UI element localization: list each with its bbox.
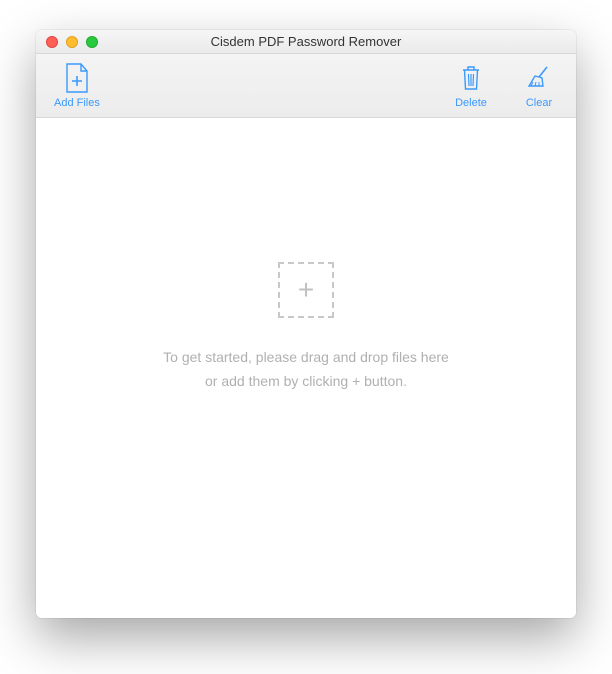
content-area: + To get started, please drag and drop f… — [36, 118, 576, 618]
close-window-button[interactable] — [46, 36, 58, 48]
add-file-icon — [63, 63, 91, 93]
trash-icon — [457, 63, 485, 93]
delete-button[interactable]: Delete — [446, 59, 496, 113]
maximize-window-button[interactable] — [86, 36, 98, 48]
broom-icon — [525, 63, 553, 93]
minimize-window-button[interactable] — [66, 36, 78, 48]
add-files-button[interactable]: Add Files — [48, 59, 106, 113]
add-files-label: Add Files — [54, 97, 100, 109]
clear-button[interactable]: Clear — [514, 59, 564, 113]
delete-label: Delete — [455, 97, 487, 109]
dropzone[interactable]: + — [278, 262, 334, 318]
window-title: Cisdem PDF Password Remover — [36, 34, 576, 49]
traffic-lights — [36, 36, 98, 48]
titlebar: Cisdem PDF Password Remover — [36, 30, 576, 54]
hint-text-line1: To get started, please drag and drop fil… — [163, 346, 449, 370]
hint-text-line2: or add them by clicking + button. — [205, 370, 407, 394]
app-window: Cisdem PDF Password Remover Add Files — [36, 30, 576, 618]
clear-label: Clear — [526, 97, 552, 109]
plus-icon: + — [298, 276, 314, 304]
toolbar: Add Files Delete — [36, 54, 576, 118]
